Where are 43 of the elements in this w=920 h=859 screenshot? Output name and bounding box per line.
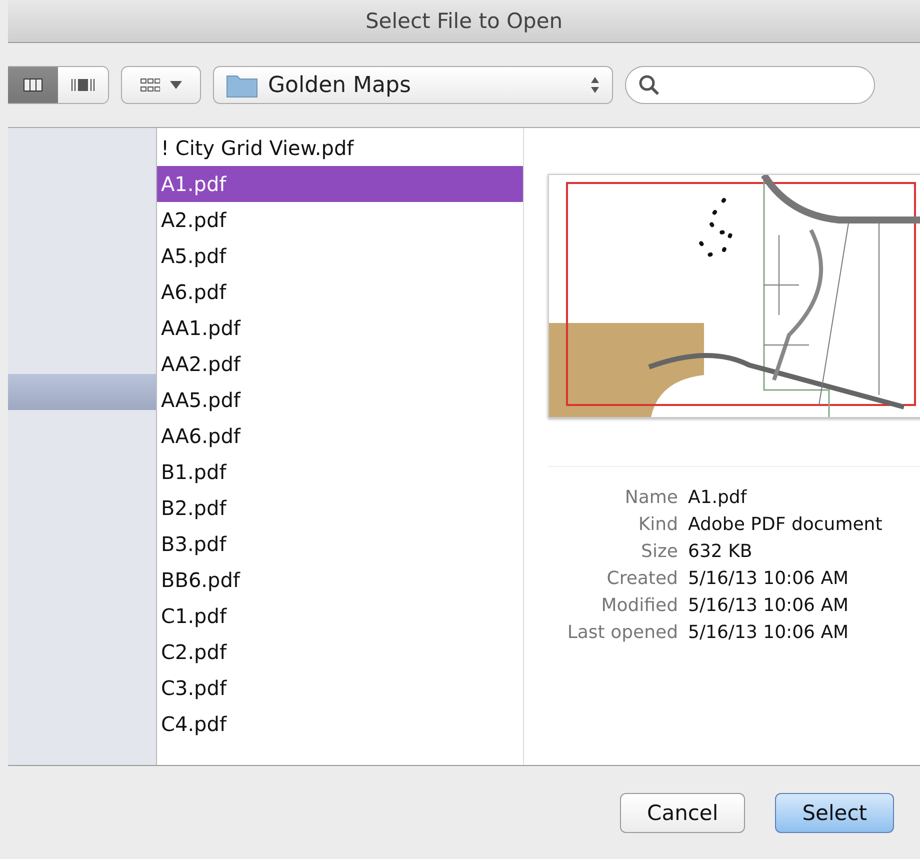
view-mode-button[interactable]	[8, 67, 58, 103]
default-button[interactable]: Select	[775, 792, 894, 832]
file-row[interactable]: AA2.pdf	[157, 346, 523, 382]
file-row[interactable]: C1.pdf	[157, 598, 523, 634]
file-row[interactable]: C3.pdf	[157, 670, 523, 706]
view-mode-button[interactable]	[58, 67, 108, 103]
grid-icon	[140, 78, 160, 92]
file-row[interactable]: AA6.pdf	[157, 418, 523, 454]
file-row[interactable]: A2.pdf	[157, 202, 523, 238]
file-row[interactable]: AA1.pdf	[157, 310, 523, 346]
file-row[interactable]: ! City Grid View.pdf	[157, 130, 523, 166]
file-row[interactable]: B2.pdf	[157, 490, 523, 526]
file-row[interactable]: A1.pdf	[157, 166, 523, 202]
info-value: 5/16/13 10:06 AM	[688, 595, 850, 616]
file-row[interactable]: BB6.pdf	[157, 562, 523, 598]
file-row[interactable]: AA5.pdf	[157, 382, 523, 418]
info-label: Last opened	[566, 622, 678, 643]
info-value: 632 KB	[688, 541, 754, 562]
window-title: Select File to Open	[365, 9, 563, 33]
file-row[interactable]: A6.pdf	[157, 274, 523, 310]
search-field[interactable]	[625, 66, 875, 104]
info-label: Name	[624, 487, 678, 508]
info-label: Kind	[637, 514, 678, 535]
file-row[interactable]: B3.pdf	[157, 526, 523, 562]
info-label: Size	[640, 541, 678, 562]
info-value: 5/16/13 10:06 AM	[688, 568, 850, 589]
arrange-button[interactable]	[121, 66, 201, 104]
info-value: Adobe PDF document	[688, 514, 884, 535]
info-label: Created	[606, 568, 678, 589]
search-icon	[638, 74, 660, 96]
info-label: Modified	[600, 595, 678, 616]
stepper-icon	[590, 76, 600, 94]
cancel-button[interactable]: Cancel	[620, 792, 746, 832]
coverflow-icon	[71, 78, 95, 92]
info-value: A1.pdf	[688, 487, 748, 508]
file-row[interactable]: A5.pdf	[157, 238, 523, 274]
file-row[interactable]: C2.pdf	[157, 634, 523, 670]
file-row[interactable]: C4.pdf	[157, 706, 523, 742]
file-row[interactable]: B1.pdf	[157, 454, 523, 490]
info-value: 5/16/13 10:06 AM	[688, 622, 850, 643]
columns-icon	[23, 78, 43, 92]
location-popup[interactable]: Golden Maps	[213, 66, 613, 104]
caret-icon	[170, 81, 182, 89]
